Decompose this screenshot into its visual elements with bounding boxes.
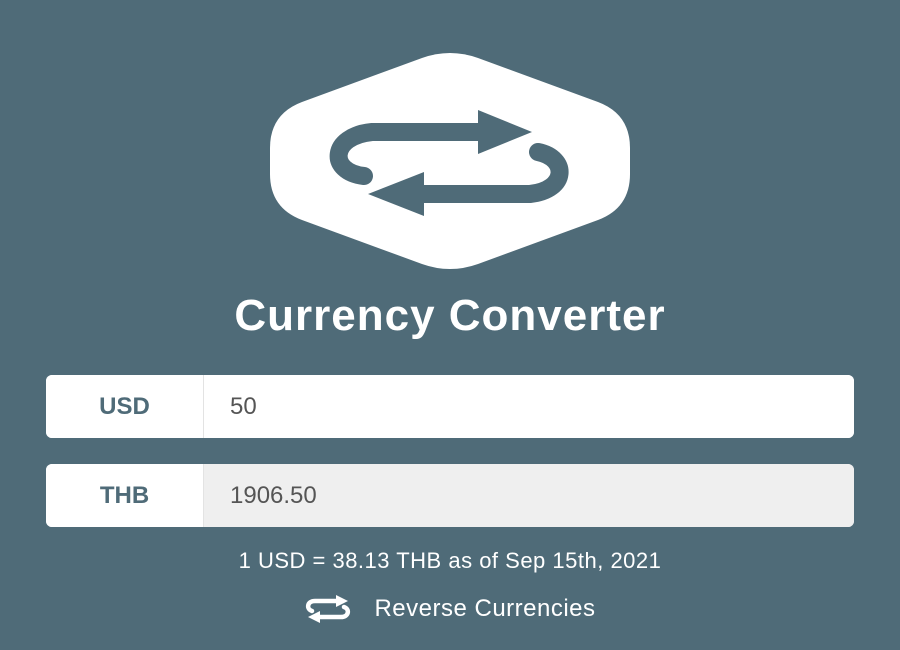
reverse-currencies-label: Reverse Currencies [374,595,596,622]
currency-converter-page: Currency Converter USD THB 1 USD = 38.13… [0,0,900,650]
from-currency-selector[interactable]: USD [46,375,204,438]
page-title: Currency Converter [234,291,666,340]
swap-arrows-icon [270,53,630,269]
exchange-rate-text: 1 USD = 38.13 THB as of Sep 15th, 2021 [238,548,662,573]
from-currency-row: USD [46,375,854,438]
to-amount-field [204,464,854,527]
swap-arrows-icon [306,595,351,623]
from-amount-input[interactable] [204,375,854,438]
reverse-currencies-button[interactable]: Reverse Currencies [250,593,650,625]
to-currency-selector[interactable]: THB [46,464,204,527]
to-currency-row: THB [46,464,854,527]
